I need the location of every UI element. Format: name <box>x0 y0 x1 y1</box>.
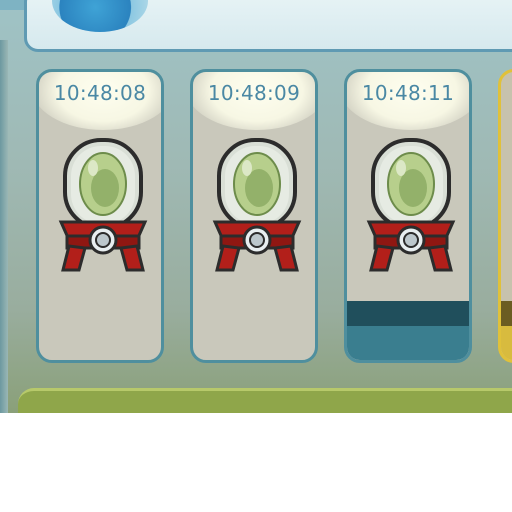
incubator-timer: 10:48:08 <box>53 81 147 105</box>
incubator-card-2[interactable]: 10:48:09 <box>190 69 318 363</box>
card-footer-dark <box>501 301 512 326</box>
incubator-card-3[interactable]: 10:48:11 <box>344 69 472 363</box>
card-footer-dark <box>347 301 469 326</box>
card-footer-teal <box>347 326 469 360</box>
left-edge <box>0 40 8 413</box>
game-scene: 10:48:08 10:48:09 10:48:11 <box>0 0 512 413</box>
incubator-timer: 10:48:11 <box>361 81 455 105</box>
incubator-card-1[interactable]: 10:48:08 <box>36 69 164 363</box>
incubator-card-4-partial[interactable] <box>498 69 512 363</box>
egg-incubator-icon <box>366 138 456 272</box>
card-footer-gold <box>501 326 512 360</box>
incubator-timer: 10:48:09 <box>207 81 301 105</box>
egg-incubator-icon <box>58 138 148 272</box>
bottom-bar <box>18 388 512 413</box>
egg-incubator-icon <box>212 138 302 272</box>
